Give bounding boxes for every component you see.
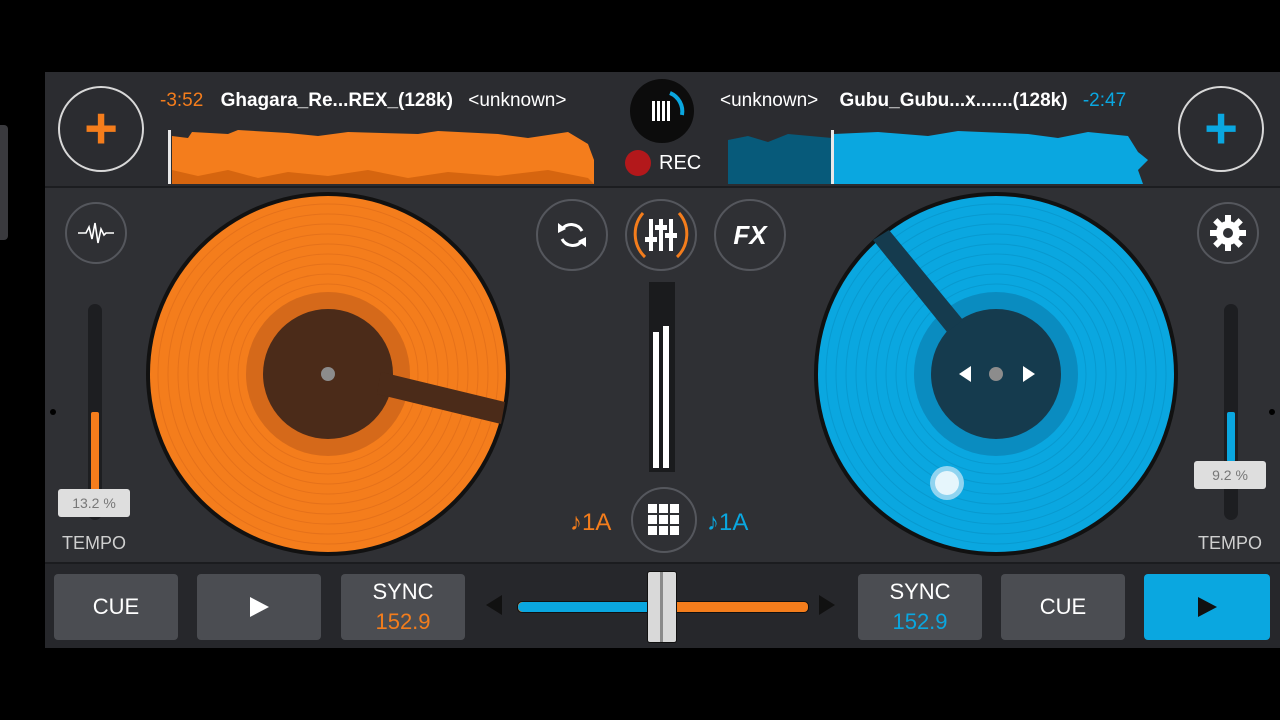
- crossfader-handle[interactable]: [648, 572, 676, 642]
- sync-loop-button[interactable]: [536, 199, 608, 271]
- library-button[interactable]: [630, 79, 694, 143]
- waveform-left[interactable]: [168, 130, 598, 184]
- record-button[interactable]: REC: [625, 150, 701, 176]
- level-meter-left-bar: [653, 332, 659, 468]
- level-meter-right-bar: [663, 326, 669, 468]
- waveform-right-shape: [834, 131, 1148, 184]
- time-remaining-left: -3:52: [160, 90, 204, 111]
- bpm-left: 152.9: [375, 609, 431, 634]
- add-track-button-left[interactable]: +: [58, 86, 144, 172]
- rec-label: REC: [659, 151, 702, 174]
- play-icon: [1198, 597, 1217, 617]
- tempo-value-right[interactable]: 9.2 %: [1194, 461, 1266, 489]
- waveform-icon: [78, 222, 114, 244]
- bottom-bar: CUE SYNC 152.9 SYNC 152.9 CUE: [45, 562, 1280, 648]
- track-title-right: Gubu_Gubu...x.......(128k): [839, 90, 1068, 111]
- settings-icon: [1210, 215, 1246, 251]
- play-button-left[interactable]: [197, 574, 321, 640]
- track-artist-left: <unknown>: [468, 90, 567, 111]
- tempo-slider-right-fill: [1227, 412, 1235, 462]
- key-left: ♪1A: [570, 509, 612, 536]
- sync-button-right[interactable]: SYNC 152.9: [858, 574, 982, 640]
- crossfader-track-left: [518, 602, 663, 612]
- sync-label-left: SYNC: [372, 579, 434, 604]
- add-track-icon: +: [1204, 96, 1238, 161]
- side-handle[interactable]: [0, 125, 8, 240]
- mixer-icon: [633, 212, 689, 259]
- bpm-right: 152.9: [892, 609, 948, 634]
- tempo-value-left[interactable]: 13.2 %: [58, 489, 130, 517]
- turntable-right[interactable]: [813, 192, 1183, 562]
- sync-loop-icon: [558, 223, 586, 247]
- waveform-view-button[interactable]: [65, 202, 127, 264]
- dj-app: + -3:52 Ghagara_Re...REX_(128k) <unknown…: [45, 72, 1280, 648]
- mixer-button[interactable]: [625, 199, 697, 271]
- cue-button-left[interactable]: CUE: [54, 574, 178, 640]
- play-button-right[interactable]: [1144, 574, 1270, 640]
- rec-dot-icon: [625, 150, 651, 176]
- track-artist-right: <unknown>: [720, 90, 819, 111]
- play-icon: [250, 597, 269, 617]
- cue-button-right[interactable]: CUE: [1001, 574, 1125, 640]
- top-bar: + -3:52 Ghagara_Re...REX_(128k) <unknown…: [45, 72, 1280, 188]
- crossfader-handle-line: [660, 572, 663, 642]
- crossfader-left-icon[interactable]: [484, 594, 504, 616]
- sync-label-right: SYNC: [889, 579, 951, 604]
- track-info-left: -3:52 Ghagara_Re...REX_(128k) <unknown>: [160, 90, 566, 112]
- tempo-label-left: TEMPO: [62, 533, 127, 553]
- time-remaining-right: -2:47: [1082, 90, 1127, 111]
- fx-button[interactable]: FX: [714, 199, 786, 271]
- waveform-right[interactable]: [728, 130, 1153, 184]
- waveform-right-playhead: [831, 130, 834, 184]
- turntable-left[interactable]: [145, 192, 515, 562]
- edge-dot-left: [50, 409, 56, 415]
- crossfader-right-icon[interactable]: [817, 594, 837, 616]
- tempo-label-right: TEMPO: [1198, 533, 1263, 553]
- key-right: ♪1A: [707, 509, 749, 536]
- tempo-slider-left[interactable]: [88, 304, 102, 520]
- track-title-left: Ghagara_Re...REX_(128k): [220, 90, 453, 111]
- touch-indicator-core: [935, 471, 959, 495]
- add-track-icon: +: [84, 96, 118, 161]
- cue-label-left: CUE: [92, 594, 140, 619]
- fx-icon: FX: [733, 219, 767, 250]
- sync-button-left[interactable]: SYNC 152.9: [341, 574, 465, 640]
- edge-dot-right: [1269, 409, 1275, 415]
- cue-label-right: CUE: [1039, 594, 1087, 619]
- waveform-right-played: [728, 134, 832, 184]
- level-meter: [649, 282, 675, 472]
- waveform-left-playhead: [168, 130, 171, 184]
- track-info-right: <unknown> Gubu_Gubu...x.......(128k) -2:…: [720, 90, 1126, 112]
- add-track-button-right[interactable]: +: [1178, 86, 1264, 172]
- grid-icon: [648, 504, 679, 535]
- grid-button[interactable]: [631, 487, 697, 553]
- library-icon: [652, 91, 685, 121]
- settings-button[interactable]: [1197, 202, 1259, 264]
